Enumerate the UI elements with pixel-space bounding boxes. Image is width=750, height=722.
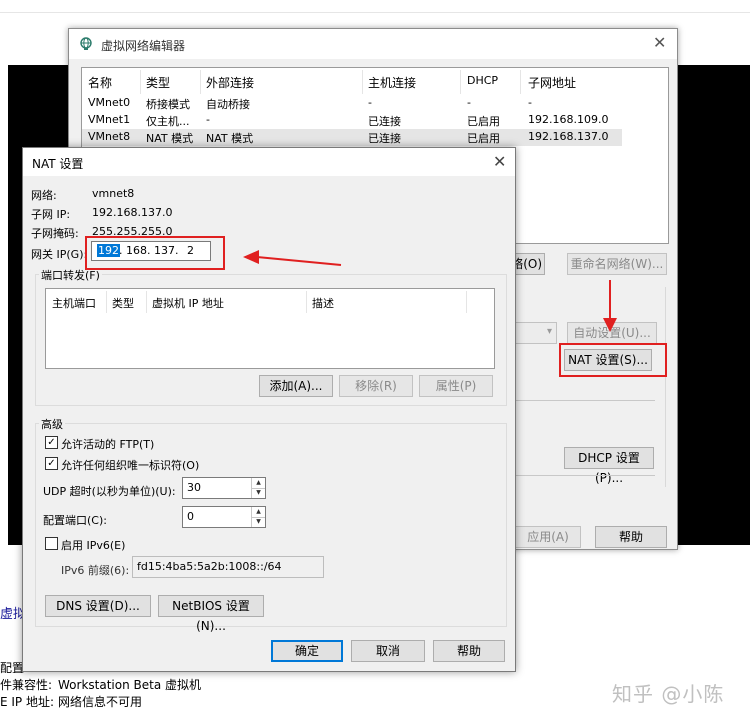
col-name[interactable]: 名称 [88, 74, 112, 91]
udp-timeout-value: 30 [187, 481, 201, 494]
row-cell: - [467, 96, 471, 109]
config-port-value: 0 [187, 510, 194, 523]
apply-button[interactable]: 应用(A) [515, 526, 581, 548]
config-port-label: 配置端口(C): [43, 514, 107, 527]
row-cell: 桥接模式 [146, 98, 190, 111]
allow-ouid-label: 允许任何组织唯一标识符(O) [61, 459, 200, 472]
pf-col-vm-ip[interactable]: 虚拟机 IP 地址 [152, 295, 224, 311]
subnet-ip-value: 192.168.137.0 [92, 206, 173, 219]
port-forwarding-list[interactable]: 主机端口 类型 虚拟机 IP 地址 描述 [45, 288, 495, 369]
annotation-arrow-down-icon [603, 318, 617, 332]
network-row-selected[interactable]: VMnet8 NAT 模式 NAT 模式 已连接 已启用 192.168.137… [82, 129, 622, 146]
cancel-button[interactable]: 取消 [351, 640, 425, 662]
dns-settings-button[interactable]: DNS 设置(D)... [45, 595, 151, 617]
allow-ouid-checkbox[interactable]: ✓ [45, 457, 58, 470]
udp-timeout-stepper[interactable]: 30 ▲ ▼ [182, 477, 266, 499]
pf-col-desc[interactable]: 描述 [312, 295, 334, 311]
pf-col-host-port[interactable]: 主机端口 [52, 295, 96, 311]
col-type[interactable]: 类型 [146, 74, 170, 91]
row-cell: - [206, 113, 210, 126]
vne-help-button[interactable]: 帮助 [595, 526, 667, 548]
row-cell: 已连接 [368, 132, 401, 145]
advanced-legend: 高级 [39, 416, 65, 432]
udp-timeout-label: UDP 超时(以秒为单位)(U): [43, 485, 176, 498]
remove-port-button[interactable]: 移除(R) [339, 375, 413, 397]
background-ip-label: E IP 地址: [0, 695, 55, 709]
port-properties-button[interactable]: 属性(P) [419, 375, 493, 397]
nat-titlebar: NAT 设置 ✕ [23, 148, 515, 176]
row-cell: NAT 模式 [146, 132, 194, 145]
close-icon[interactable]: ✕ [493, 152, 506, 171]
gateway-label: 网关 IP(G): [31, 248, 88, 261]
enable-ipv6-label: 启用 IPv6(E) [61, 539, 126, 552]
network-row[interactable]: VMnet0 桥接模式 自动桥接 - - - [82, 95, 622, 112]
row-cell: 192.168.137.0 [528, 130, 609, 143]
row-cell: 192.168.109.0 [528, 113, 609, 126]
config-port-stepper[interactable]: 0 ▲ ▼ [182, 506, 266, 528]
row-cell: VMnet8 [88, 130, 131, 143]
ipv6-prefix-field[interactable]: fd15:4ba5:5a2b:1008::/64 [132, 556, 324, 578]
row-cell: - [528, 96, 532, 109]
annotation-arrow-left-icon [243, 250, 342, 266]
row-cell: VMnet0 [88, 96, 131, 109]
row-cell: 已启用 [467, 115, 500, 128]
ok-button[interactable]: 确定 [271, 640, 343, 662]
nat-title: NAT 设置 [32, 157, 84, 171]
dhcp-settings-button[interactable]: DHCP 设置(P)... [564, 447, 654, 485]
row-cell: VMnet1 [88, 113, 131, 126]
add-port-button[interactable]: 添加(A)... [259, 375, 333, 397]
network-value: vmnet8 [92, 187, 135, 200]
enable-ipv6-checkbox[interactable] [45, 537, 58, 550]
spin-down-icon[interactable]: ▼ [252, 488, 265, 498]
row-cell: 自动桥接 [206, 98, 250, 111]
annotation-box-gateway [85, 236, 225, 270]
allow-ftp-checkbox[interactable]: ✓ [45, 436, 58, 449]
close-icon[interactable]: ✕ [653, 33, 666, 52]
nat-settings-dialog: NAT 设置 ✕ 网络: vmnet8 子网 IP: 192.168.137.0… [22, 147, 516, 672]
row-cell: NAT 模式 [206, 132, 254, 145]
nat-help-button[interactable]: 帮助 [433, 640, 505, 662]
row-cell: - [368, 96, 372, 109]
network-label: 网络: [31, 189, 57, 202]
network-globe-icon [80, 37, 92, 50]
netbios-settings-button[interactable]: NetBIOS 设置(N)... [158, 595, 264, 633]
bridge-select[interactable]: ▾ [515, 322, 557, 344]
subnet-ip-label: 子网 IP: [31, 208, 71, 221]
mask-label: 子网掩码: [31, 227, 79, 240]
row-cell: 已连接 [368, 115, 401, 128]
spin-down-icon[interactable]: ▼ [252, 517, 265, 527]
background-compat-label: 件兼容性: [0, 678, 53, 692]
watermark-text: 知乎 @小陈 [612, 682, 725, 706]
chevron-down-icon: ▾ [546, 326, 552, 337]
row-cell: 已启用 [467, 132, 500, 145]
col-host[interactable]: 主机连接 [368, 74, 416, 91]
pf-col-type[interactable]: 类型 [112, 295, 134, 311]
network-row[interactable]: VMnet1 仅主机... - 已连接 已启用 192.168.109.0 [82, 112, 622, 129]
top-divider [0, 12, 750, 13]
col-subnet[interactable]: 子网地址 [528, 74, 576, 91]
allow-ftp-label: 允许活动的 FTP(T) [61, 438, 155, 451]
col-dhcp[interactable]: DHCP [467, 74, 498, 87]
row-cell: 仅主机... [146, 115, 190, 128]
annotation-box-nat-button [559, 343, 667, 377]
background-compat-value: Workstation Beta 虚拟机 [58, 678, 201, 692]
background-config-label: 配置 [0, 661, 25, 675]
rename-network-button[interactable]: 重命名网络(W)... [567, 253, 667, 275]
background-ip-value: 网络信息不可用 [58, 695, 143, 709]
vne-titlebar: 虚拟网络编辑器 ✕ [69, 29, 677, 59]
ipv6-prefix-value: fd15:4ba5:5a2b:1008::/64 [137, 560, 282, 573]
col-external[interactable]: 外部连接 [206, 74, 254, 91]
ipv6-prefix-label: IPv6 前缀(6): [61, 564, 130, 577]
vne-title: 虚拟网络编辑器 [101, 39, 186, 53]
